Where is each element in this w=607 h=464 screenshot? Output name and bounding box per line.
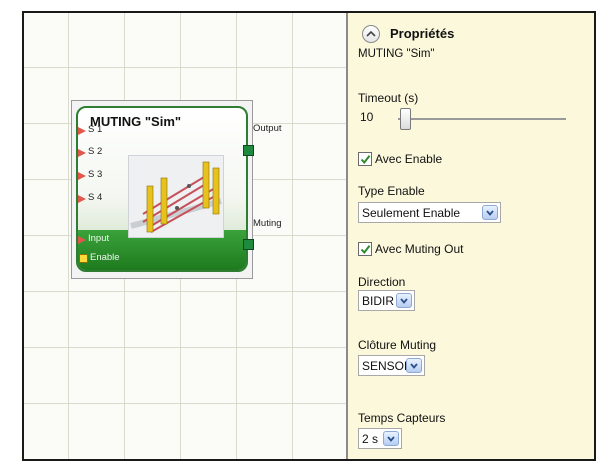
type-enable-label: Type Enable — [358, 184, 425, 198]
properties-panel: Propriétés MUTING "Sim" Timeout (s) 10 A… — [348, 13, 594, 459]
cloture-muting-select[interactable]: SENSOR — [358, 355, 425, 376]
input-pin-arrow-icon[interactable] — [78, 195, 86, 203]
avec-enable-label: Avec Enable — [375, 152, 443, 166]
input-pin-s1: S 1 — [88, 124, 103, 135]
dropdown-arrow-icon[interactable] — [482, 205, 498, 220]
cloture-muting-label: Clôture Muting — [358, 338, 437, 352]
check-icon — [360, 245, 371, 255]
enable-pin-icon[interactable] — [79, 254, 88, 263]
muting-function-block[interactable]: MUTING "Sim" S 1 S 2 S 3 S 4 Input Enabl… — [71, 100, 254, 279]
input-pin-s4: S 4 — [88, 192, 103, 203]
muting-block-body: MUTING "Sim" S 1 S 2 S 3 S 4 Input Enabl… — [76, 106, 248, 272]
input-pin-input: Input — [88, 233, 110, 244]
type-enable-select[interactable]: Seulement Enable — [358, 202, 501, 223]
input-pin-arrow-icon[interactable] — [78, 236, 86, 244]
type-enable-value: Seulement Enable — [362, 206, 461, 220]
selected-block-name: MUTING "Sim" — [358, 48, 435, 60]
input-pin-arrow-icon[interactable] — [78, 149, 86, 157]
muting-pin-label: Muting — [253, 218, 282, 229]
temps-capteurs-select[interactable]: 2 s — [358, 428, 402, 449]
muting-light-curtain-image — [128, 155, 224, 238]
timeout-slider-track[interactable] — [398, 118, 566, 120]
avec-muting-out-label: Avec Muting Out — [375, 242, 464, 256]
direction-select[interactable]: BIDIR — [358, 290, 415, 311]
input-pin-s2: S 2 — [88, 146, 103, 157]
avec-muting-out-checkbox[interactable] — [358, 242, 372, 256]
input-pin-s3: S 3 — [88, 169, 103, 180]
temps-capteurs-value: 2 s — [362, 432, 379, 446]
design-canvas[interactable]: MUTING "Sim" S 1 S 2 S 3 S 4 Input Enabl… — [24, 13, 346, 459]
avec-enable-checkbox[interactable] — [358, 152, 372, 166]
timeout-slider-thumb[interactable] — [400, 108, 411, 130]
block-title: MUTING "Sim" — [90, 114, 182, 129]
direction-value: BIDIR — [362, 294, 395, 308]
editor-frame: MUTING "Sim" S 1 S 2 S 3 S 4 Input Enabl… — [22, 11, 596, 461]
direction-label: Direction — [358, 275, 406, 289]
timeout-value: 10 — [360, 110, 374, 124]
input-pin-arrow-icon[interactable] — [78, 172, 86, 180]
input-pin-arrow-icon[interactable] — [78, 127, 86, 135]
dropdown-arrow-icon[interactable] — [406, 358, 422, 373]
dropdown-arrow-icon[interactable] — [396, 293, 412, 308]
muting-pin-icon[interactable] — [243, 239, 254, 250]
timeout-label: Timeout (s) — [358, 91, 419, 105]
check-icon — [360, 155, 371, 165]
dropdown-arrow-icon[interactable] — [383, 431, 399, 446]
collapse-up-icon[interactable] — [362, 25, 380, 43]
panel-title: Propriétés — [390, 26, 455, 41]
temps-capteurs-label: Temps Capteurs — [358, 411, 446, 425]
output-pin-label: Output — [253, 123, 282, 134]
enable-pin-label: Enable — [90, 252, 120, 263]
output-pin-icon[interactable] — [243, 145, 254, 156]
